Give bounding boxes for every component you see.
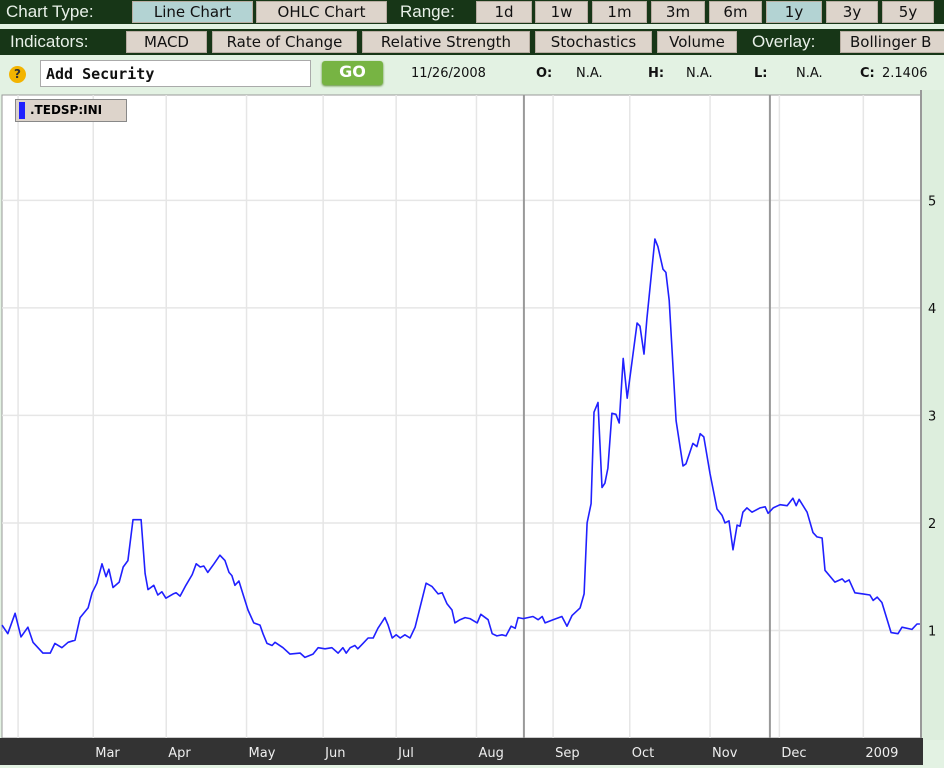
relative-strength-button[interactable]: Relative Strength	[362, 31, 530, 53]
bollinger-bands-button[interactable]: Bollinger B	[840, 31, 944, 53]
y-tick-label: 5	[928, 194, 936, 209]
x-tick-label: Apr	[168, 746, 191, 761]
date-readout: 11/26/2008	[411, 66, 486, 81]
x-tick-label: Sep	[555, 746, 580, 761]
high-value: N.A.	[686, 66, 713, 81]
add-security-input[interactable]	[40, 60, 311, 87]
line-chart-button[interactable]: Line Chart	[132, 1, 253, 23]
legend-label: .TEDSP:INI	[30, 103, 103, 117]
line-chart: 1 2 3 4 5 Mar Apr May Jun Jul Aug Sep Oct Nov Dec 2009	[0, 90, 944, 765]
x-tick-label: Jun	[324, 746, 345, 761]
range-3y-button[interactable]: 3y	[826, 1, 878, 23]
range-1y-button[interactable]: 1y	[766, 1, 822, 23]
help-icon[interactable]: ?	[9, 66, 26, 83]
rate-of-change-button[interactable]: Rate of Change	[212, 31, 357, 53]
x-tick-label: 2009	[865, 746, 898, 761]
overlay-label: Overlay:	[752, 32, 816, 51]
indicators-label: Indicators:	[10, 32, 89, 51]
volume-button[interactable]: Volume	[657, 31, 737, 53]
x-tick-label: Mar	[95, 746, 120, 761]
x-tick-label: Dec	[781, 746, 806, 761]
x-tick-label: Aug	[478, 746, 503, 761]
chart-type-label: Chart Type:	[6, 2, 94, 21]
y-tick-label: 1	[928, 624, 936, 639]
ohlc-chart-button[interactable]: OHLC Chart	[256, 1, 387, 23]
y-tick-label: 3	[928, 409, 936, 424]
x-tick-label: Oct	[632, 746, 654, 761]
macd-button[interactable]: MACD	[126, 31, 207, 53]
x-tick-label: Jul	[397, 746, 414, 761]
stochastics-button[interactable]: Stochastics	[535, 31, 652, 53]
indicators-toolbar: Indicators: MACD Rate of Change Relative…	[0, 29, 944, 55]
close-label: C:	[860, 66, 875, 81]
open-label: O:	[536, 66, 553, 81]
legend-swatch	[19, 102, 25, 119]
range-5y-button[interactable]: 5y	[882, 1, 934, 23]
y-tick-label: 2	[928, 517, 936, 532]
range-1m-button[interactable]: 1m	[592, 1, 647, 23]
y-tick-label: 4	[928, 302, 936, 317]
range-1w-button[interactable]: 1w	[535, 1, 588, 23]
range-label: Range:	[400, 2, 455, 21]
plot-area	[1, 94, 922, 739]
chart-type-toolbar: Chart Type: Line Chart OHLC Chart Range:…	[0, 0, 944, 24]
close-value: 2.1406	[882, 66, 928, 81]
x-tick-label: May	[249, 746, 276, 761]
range-3m-button[interactable]: 3m	[651, 1, 705, 23]
go-button[interactable]: GO	[322, 61, 383, 85]
high-label: H:	[648, 66, 665, 81]
low-label: L:	[754, 66, 768, 81]
range-6m-button[interactable]: 6m	[709, 1, 762, 23]
range-1d-button[interactable]: 1d	[476, 1, 532, 23]
low-value: N.A.	[796, 66, 823, 81]
legend: .TEDSP:INI	[15, 99, 127, 122]
open-value: N.A.	[576, 66, 603, 81]
x-tick-label: Nov	[712, 746, 738, 761]
